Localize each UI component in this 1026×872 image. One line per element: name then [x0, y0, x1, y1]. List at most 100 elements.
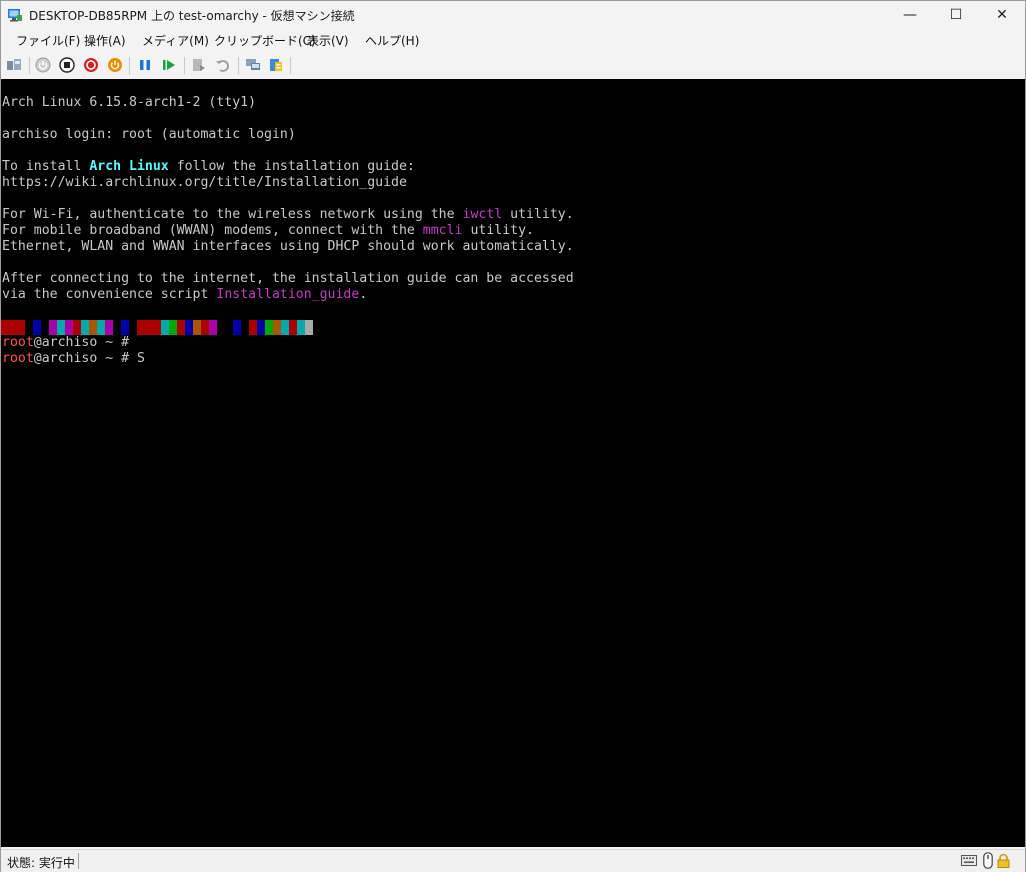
menu-view[interactable]: 表示(V) [307, 32, 349, 49]
color-bar-block [105, 320, 113, 335]
status-bar: 状態: 実行中 [1, 849, 1025, 872]
console-text: For Wi-Fi, authenticate to the wireless … [2, 207, 463, 222]
console-line-after: After connecting to the internet, the in… [2, 271, 574, 286]
color-bar-block [153, 320, 161, 335]
toolbar-divider [290, 57, 291, 74]
color-bar-block [89, 320, 97, 335]
color-bar-block [193, 320, 201, 335]
prompt-user: root [2, 335, 34, 350]
pause-icon[interactable] [136, 56, 154, 74]
start-icon[interactable] [34, 56, 52, 74]
color-bar-block [161, 320, 169, 335]
toolbar-divider [238, 57, 239, 74]
console-text: follow the installation guide: [168, 159, 415, 174]
color-bar-block [113, 320, 121, 335]
color-bar-block [121, 320, 129, 335]
color-bar-block [41, 320, 49, 335]
color-bar-block [265, 320, 273, 335]
menu-action[interactable]: 操作(A) [84, 32, 126, 49]
menu-file[interactable]: ファイル(F) [16, 32, 80, 49]
menu-bar: ファイル(F) 操作(A) メディア(M) クリップボード(C) 表示(V) ヘ… [1, 29, 1025, 51]
prompt-input: @archiso ~ # S [33, 351, 145, 366]
color-bar-block [281, 320, 289, 335]
prompt-user: root [2, 351, 34, 366]
console-text: via the convenience script [2, 287, 217, 302]
checkpoint-icon[interactable] [190, 56, 208, 74]
color-bar-block [217, 320, 225, 335]
status-divider [78, 853, 79, 869]
color-bar-block [97, 320, 105, 335]
vm-connection-icon [8, 9, 22, 22]
window-title: DESKTOP-DB85RPM 上の test-omarchy - 仮想マシン接… [29, 9, 355, 23]
revert-icon[interactable] [214, 56, 232, 74]
color-bar-block [9, 320, 17, 335]
close-icon: ✕ [996, 7, 1008, 23]
minimize-button[interactable]: — [887, 1, 933, 29]
console-line-script: via the convenience script Installation_… [2, 287, 367, 303]
color-bar-block [65, 320, 73, 335]
console-line-wifi: For Wi-Fi, authenticate to the wireless … [2, 207, 574, 223]
color-bar-block [145, 320, 153, 335]
console-line-dhcp: Ethernet, WLAN and WWAN interfaces using… [2, 239, 574, 254]
console-highlight-iwctl: iwctl [462, 207, 503, 222]
console-highlight-arch: Arch Linux [89, 159, 169, 174]
console-line-kernel: Arch Linux 6.15.8-arch1-2 (tty1) [2, 95, 257, 110]
save-icon[interactable] [106, 56, 124, 74]
color-bar-block [289, 320, 297, 335]
console-text: For mobile broadband (WWAN) modems, conn… [2, 223, 423, 238]
menu-help[interactable]: ヘルプ(H) [365, 32, 419, 49]
color-bar-block [81, 320, 89, 335]
color-bar-block [169, 320, 177, 335]
vm-console-screen[interactable]: Arch Linux 6.15.8-arch1-2 (tty1) archiso… [1, 79, 1025, 847]
share-icon[interactable] [267, 56, 285, 74]
console-line-login: archiso login: root (automatic login) [2, 127, 296, 142]
color-bar-block [25, 320, 33, 335]
console-line-install: To install Arch Linux follow the install… [2, 159, 415, 175]
menu-media[interactable]: メディア(M) [142, 32, 209, 49]
maximize-button[interactable]: ☐ [933, 1, 979, 29]
color-bar-block [249, 320, 257, 335]
close-button[interactable]: ✕ [979, 1, 1025, 29]
color-bar-block [137, 320, 145, 335]
color-bar-block [57, 320, 65, 335]
turn-off-icon[interactable] [58, 56, 76, 74]
color-bar-block [225, 320, 233, 335]
console-text: . [359, 287, 368, 302]
console-prompt-1: root@archiso ~ # [2, 335, 129, 351]
color-bar-block [177, 320, 185, 335]
shutdown-icon[interactable] [82, 56, 100, 74]
mouse-icon [983, 852, 993, 869]
color-bar-block [49, 320, 57, 335]
console-highlight-mmcli: mmcli [422, 223, 463, 238]
enhanced-session-icon[interactable] [244, 56, 262, 74]
vm-connection-window: DESKTOP-DB85RPM 上の test-omarchy - 仮想マシン接… [0, 0, 1026, 872]
color-bar-block [305, 320, 313, 335]
lock-icon [997, 853, 1010, 868]
color-bar-block [241, 320, 249, 335]
console-prompt-2: root@archiso ~ # S [2, 351, 145, 367]
menu-clipboard[interactable]: クリップボード(C) [214, 32, 316, 49]
console-highlight-guide: Installation_guide [216, 287, 360, 302]
console-line-wwan: For mobile broadband (WWAN) modems, conn… [2, 223, 534, 239]
status-text: 状態: 実行中 [7, 856, 75, 870]
resume-icon[interactable] [160, 56, 178, 74]
title-bar[interactable]: DESKTOP-DB85RPM 上の test-omarchy - 仮想マシン接… [1, 1, 1025, 29]
keyboard-icon [961, 855, 977, 866]
ctrl-alt-del-icon[interactable] [5, 56, 23, 74]
toolbar [1, 52, 1025, 79]
console-line-url: https://wiki.archlinux.org/title/Install… [2, 175, 407, 190]
color-bar-block [233, 320, 241, 335]
console-text: To install [2, 159, 90, 174]
color-bar-block [17, 320, 25, 335]
color-bar-block [185, 320, 193, 335]
color-bar-block [33, 320, 41, 335]
toolbar-divider [184, 57, 185, 74]
minimize-icon: — [903, 7, 917, 23]
color-bar-block [257, 320, 265, 335]
color-bar-block [129, 320, 137, 335]
console-text: utility. [462, 223, 534, 238]
console-text: utility. [502, 207, 574, 222]
color-bar-block [201, 320, 209, 335]
color-bar-block [73, 320, 81, 335]
color-bar-block [273, 320, 281, 335]
